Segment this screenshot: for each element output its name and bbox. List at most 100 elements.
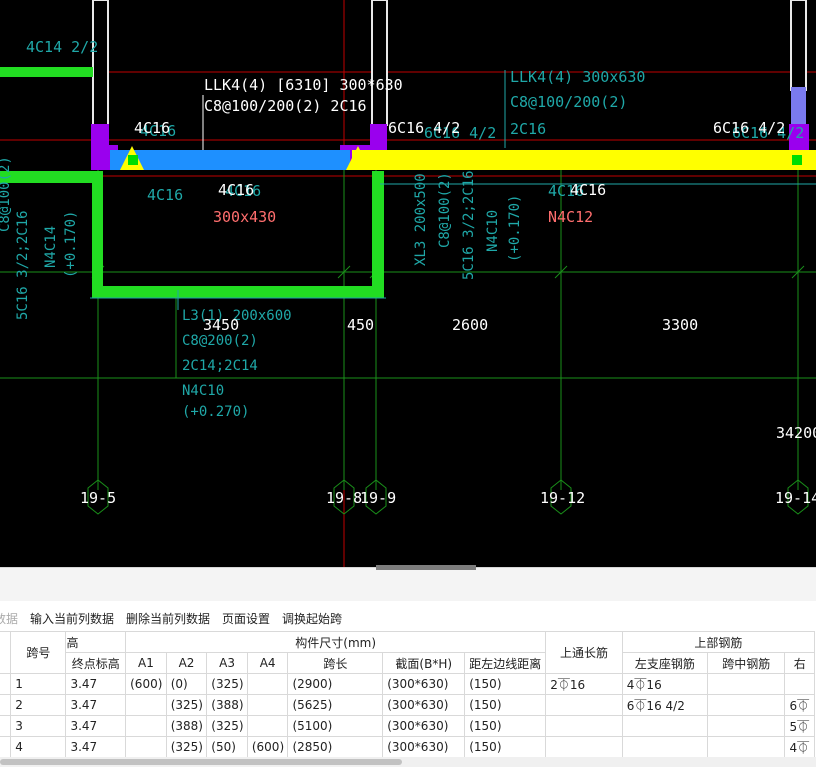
- cell-a4[interactable]: (600): [246, 736, 289, 757]
- axis-bubbles: [87, 479, 809, 515]
- table-row[interactable]: 3 3.47 (388) (325) (5100) (300*630) (150) 5⏁: [0, 715, 815, 737]
- axis-label: 19-8: [326, 489, 363, 507]
- cell-sec[interactable]: (300*630): [382, 736, 466, 757]
- cell-a1[interactable]: [125, 736, 167, 757]
- cell-len[interactable]: (2850): [287, 736, 384, 757]
- col-header-top-through[interactable]: 上通长筋: [545, 631, 623, 674]
- cell-a3[interactable]: (50): [206, 736, 248, 757]
- cell-elev[interactable]: 3.47: [65, 694, 127, 716]
- cad-drawing: [0, 0, 816, 567]
- row-header[interactable]: [0, 715, 12, 737]
- row-header[interactable]: [0, 736, 12, 757]
- col-header-edge-dist[interactable]: 距左边线距离: [464, 652, 547, 674]
- cell-a3[interactable]: (325): [206, 673, 248, 695]
- axis-label: 19-14: [775, 489, 816, 507]
- cell-a2[interactable]: (388): [165, 715, 208, 737]
- col-header-a2[interactable]: A2: [165, 652, 208, 674]
- cell-no[interactable]: 4: [10, 736, 67, 757]
- splitter-handle[interactable]: [376, 565, 476, 570]
- cell-left[interactable]: 6⏁16 4/2: [621, 694, 709, 716]
- cell-through[interactable]: [545, 694, 623, 716]
- cell-elev[interactable]: 3.47: [65, 736, 127, 757]
- table-toolbar: 数据 输入当前列数据 删除当前列数据 页面设置 调换起始跨: [0, 601, 816, 631]
- col-header-elev-group: 高: [65, 631, 127, 653]
- page-setup-button[interactable]: 页面设置: [222, 610, 270, 627]
- cell-dist[interactable]: (150): [464, 694, 547, 716]
- table-row[interactable]: 4 3.47 (325) (50) (600) (2850) (300*630) (150) 4…: [0, 736, 815, 757]
- cell-no[interactable]: 1: [10, 673, 67, 695]
- cell-len[interactable]: (5100): [287, 715, 384, 737]
- cell-mid[interactable]: [707, 673, 786, 695]
- cell-a4[interactable]: [246, 673, 289, 695]
- cell-a1[interactable]: [125, 694, 167, 716]
- cell-through[interactable]: [545, 736, 623, 757]
- cell-sec[interactable]: (300*630): [382, 673, 466, 695]
- cell-through[interactable]: [545, 715, 623, 737]
- beam-label: 2C14;2C14: [182, 358, 258, 374]
- cell-no[interactable]: 2: [10, 694, 67, 716]
- vertical-label: N4C14: [43, 225, 59, 268]
- cell-a2[interactable]: (325): [165, 694, 208, 716]
- cell-a1[interactable]: (600): [125, 673, 167, 695]
- rebar-label: 4C16: [134, 119, 171, 137]
- cell-right[interactable]: 5⏁: [784, 715, 815, 737]
- beam-label: C8@200(2): [182, 333, 258, 349]
- cell-dist[interactable]: (150): [464, 715, 547, 737]
- cell-right[interactable]: 4⏁: [784, 736, 815, 757]
- col-header-mid-span[interactable]: 跨中钢筋: [707, 652, 786, 674]
- scrollbar-thumb[interactable]: [0, 759, 402, 765]
- panel-splitter[interactable]: [0, 565, 816, 602]
- col-header-a1[interactable]: A1: [125, 652, 167, 674]
- cell-a3[interactable]: (388): [206, 694, 248, 716]
- cell-dist[interactable]: (150): [464, 673, 547, 695]
- row-header[interactable]: [0, 694, 12, 716]
- cell-mid[interactable]: [707, 715, 786, 737]
- section-label: 300x430: [213, 208, 277, 226]
- cell-a2[interactable]: (325): [165, 736, 208, 757]
- rebar-label: 4C16: [218, 181, 255, 199]
- row-header-corner: [0, 631, 12, 674]
- col-header-section[interactable]: 截面(B*H): [382, 652, 466, 674]
- cell-a2[interactable]: (0): [165, 673, 208, 695]
- rebar-label: 4C14 2/2: [26, 38, 99, 56]
- cell-len[interactable]: (5625): [287, 694, 384, 716]
- cell-right[interactable]: [784, 673, 815, 695]
- vertical-label: C8@100(2): [437, 172, 453, 248]
- cell-sec[interactable]: (300*630): [382, 715, 466, 737]
- delete-column-button[interactable]: 删除当前列数据: [126, 610, 210, 627]
- swap-start-span-button[interactable]: 调换起始跨: [282, 610, 342, 627]
- cell-elev[interactable]: 3.47: [65, 673, 127, 695]
- col-header-right[interactable]: 右: [784, 652, 815, 674]
- cell-sec[interactable]: (300*630): [382, 694, 466, 716]
- cell-a3[interactable]: (325): [206, 715, 248, 737]
- cell-left[interactable]: 4⏁16: [621, 673, 709, 695]
- cell-right[interactable]: 6⏁: [784, 694, 815, 716]
- cell-mid[interactable]: [707, 694, 786, 716]
- table-row[interactable]: 2 3.47 (325) (388) (5625) (300*630) (150) 6⏁16 …: [0, 694, 815, 716]
- cell-mid[interactable]: [707, 736, 786, 757]
- table-row[interactable]: 1 3.47 (600) (0) (325) (2900) (300*630) (150) 2⏁…: [0, 673, 815, 695]
- col-header-span-len[interactable]: 跨长: [287, 652, 384, 674]
- cell-left[interactable]: [621, 736, 709, 757]
- cell-no[interactable]: 3: [10, 715, 67, 737]
- cad-canvas[interactable]: .t { position:absolute; white-space:nowr…: [0, 0, 816, 567]
- col-header-end-elev[interactable]: 终点标高: [65, 652, 127, 674]
- row-header[interactable]: [0, 673, 12, 695]
- col-header-a4[interactable]: A4: [246, 652, 289, 674]
- cell-a1[interactable]: [125, 715, 167, 737]
- cell-left[interactable]: [621, 715, 709, 737]
- cell-a4[interactable]: [246, 715, 289, 737]
- beam-data-grid[interactable]: 跨号 高 构件尺寸(mm) 上通长筋 上部钢筋 终点标高 A1 A2 A3 A4…: [0, 631, 816, 757]
- cell-dist[interactable]: (150): [464, 736, 547, 757]
- cell-elev[interactable]: 3.47: [65, 715, 127, 737]
- beam-label: (+0.270): [182, 404, 250, 420]
- horizontal-scrollbar[interactable]: [0, 757, 816, 767]
- input-column-button[interactable]: 输入当前列数据: [30, 610, 114, 627]
- cell-len[interactable]: (2900): [287, 673, 384, 695]
- col-header-left-support[interactable]: 左支座钢筋: [621, 652, 709, 674]
- cell-through[interactable]: 2⏁16: [545, 673, 623, 695]
- col-header-a3[interactable]: A3: [206, 652, 248, 674]
- toolbar-cut-item[interactable]: 数据: [0, 610, 18, 627]
- col-header-span-no[interactable]: 跨号: [10, 631, 67, 674]
- cell-a4[interactable]: [246, 694, 289, 716]
